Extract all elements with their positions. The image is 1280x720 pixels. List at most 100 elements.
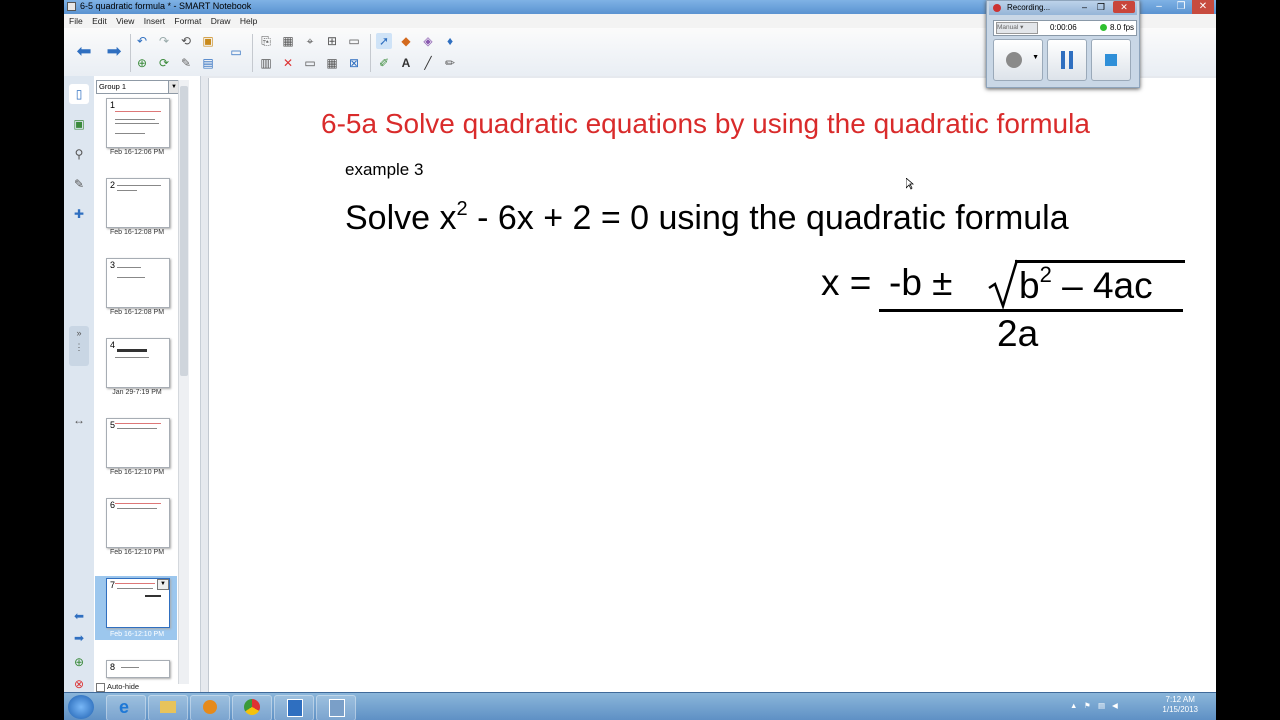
gallery-tab-icon[interactable]: ▣ xyxy=(69,114,89,134)
save-icon[interactable]: ▤ xyxy=(200,55,216,71)
taskbar-chrome-icon[interactable] xyxy=(232,695,272,720)
gallery-icon[interactable]: ▥ xyxy=(258,55,274,71)
insert-table-icon[interactable]: ⊞ xyxy=(324,33,340,49)
autohide-option[interactable]: Auto-hide xyxy=(96,682,139,692)
fill-icon[interactable]: ♦ xyxy=(442,33,458,49)
close-screen-icon[interactable]: ⊠ xyxy=(346,55,362,71)
formula-numerator: -b ± xyxy=(889,262,953,303)
panel-next-icon[interactable]: ➡ xyxy=(69,628,89,648)
page-menu-chevron-icon[interactable]: ▼ xyxy=(157,579,169,590)
page-thumbnail-4[interactable]: 4 xyxy=(106,338,170,388)
refresh-icon[interactable]: ⟳ xyxy=(156,55,172,71)
panel-add-page-icon[interactable]: ⊕ xyxy=(69,652,89,672)
undo-icon[interactable]: ↶ xyxy=(134,33,150,49)
insert-picture-icon[interactable]: ▦ xyxy=(280,33,296,49)
text-icon[interactable]: A xyxy=(398,55,414,71)
recorder-window[interactable]: Recording... – ❐ ✕ Manual ▾ 0:00:06 8.0 … xyxy=(986,0,1140,88)
stop-button[interactable] xyxy=(1091,39,1131,81)
example-label: example 3 xyxy=(345,160,424,179)
notebook-page[interactable]: 6-5a Solve quadratic equations by using … xyxy=(208,78,1216,692)
menu-draw[interactable]: Draw xyxy=(211,14,231,28)
tray-expand-icon[interactable]: ▲ xyxy=(1070,701,1077,710)
clock[interactable]: 7:12 AM 1/15/2013 xyxy=(1162,695,1198,715)
pens-icon[interactable]: ✐ xyxy=(376,55,392,71)
full-screen-icon[interactable]: ▭ xyxy=(302,55,318,71)
flag-icon[interactable]: ⚑ xyxy=(1084,701,1091,710)
scrollbar-thumb[interactable] xyxy=(180,86,188,376)
mouse-cursor-icon xyxy=(906,178,914,190)
clock-date: 1/15/2013 xyxy=(1162,705,1198,714)
record-button[interactable]: ▼ xyxy=(993,39,1043,81)
next-page-icon[interactable]: ➡ xyxy=(106,42,122,60)
network-icon[interactable]: ▤ xyxy=(1098,701,1105,710)
paste-icon[interactable]: ⎘ xyxy=(258,33,274,49)
menu-help[interactable]: Help xyxy=(240,14,257,28)
page-thumbnail-2[interactable]: 2 xyxy=(106,178,170,228)
recorder-title: Recording... xyxy=(1007,3,1051,12)
open-file-icon[interactable]: ▣ xyxy=(200,33,216,49)
screen-shade-icon[interactable]: ▭ xyxy=(228,44,244,60)
capture-icon[interactable]: ⌖ xyxy=(302,33,318,49)
shapes-icon[interactable]: ◆ xyxy=(398,33,414,49)
recorder-mode-select[interactable]: Manual ▾ xyxy=(996,22,1038,34)
paint-icon[interactable]: ✎ xyxy=(178,55,194,71)
formula-radicand: b2 – 4ac xyxy=(1019,262,1153,306)
add-page-icon[interactable]: ⊕ xyxy=(134,55,150,71)
page-thumbnail-7[interactable]: 7 ▼ xyxy=(106,578,170,628)
minimize-button[interactable]: – xyxy=(1148,0,1170,14)
page-date-label: Jan 29-7:19 PM xyxy=(112,389,162,396)
line-icon[interactable]: ╱ xyxy=(420,55,436,71)
properties-tab-icon[interactable]: ✎ xyxy=(69,174,89,194)
page-thumbnail-1[interactable]: 1 xyxy=(106,98,170,148)
taskbar-explorer-icon[interactable] xyxy=(148,695,188,720)
resize-arrow-icon[interactable]: ↔ xyxy=(69,410,89,430)
page-thumbnail-6[interactable]: 6 xyxy=(106,498,170,548)
panel-delete-page-icon[interactable]: ⊗ xyxy=(69,674,89,694)
previous-page-icon[interactable]: ⬅ xyxy=(76,42,92,60)
recorder-minimize-button[interactable]: – xyxy=(1082,2,1087,12)
select-arrow-icon[interactable]: ➚ xyxy=(376,33,392,49)
panel-previous-icon[interactable]: ⬅ xyxy=(69,606,89,626)
close-button[interactable]: ✕ xyxy=(1192,0,1214,14)
attachments-tab-icon[interactable]: ⚲ xyxy=(69,144,89,164)
expand-panel-icon[interactable]: » ⋮ xyxy=(69,326,89,366)
page-thumbnail-8[interactable]: 8 xyxy=(106,660,170,678)
autohide-checkbox[interactable] xyxy=(96,682,105,692)
taskbar-notebook-icon[interactable] xyxy=(274,695,314,720)
page-date-label: Feb 16-12:10 PM xyxy=(109,549,165,556)
page-thumbnail-3[interactable]: 3 xyxy=(106,258,170,308)
volume-icon[interactable]: ◀ xyxy=(1112,701,1118,710)
recorder-close-button[interactable]: ✕ xyxy=(1113,1,1135,13)
taskbar-ie-icon[interactable]: e xyxy=(106,695,146,720)
menu-file[interactable]: File xyxy=(69,14,83,28)
maximize-button[interactable]: ❐ xyxy=(1170,0,1192,14)
group-select-value: Group 1 xyxy=(99,82,127,91)
taskbar-recorder-icon[interactable] xyxy=(316,695,356,720)
delete-page-icon[interactable]: ⟲ xyxy=(178,33,194,49)
page-thumbnail-5[interactable]: 5 xyxy=(106,418,170,468)
table-icon[interactable]: ▦ xyxy=(324,55,340,71)
delete-icon[interactable]: ✕ xyxy=(280,55,296,71)
group-select[interactable]: Group 1 ▼ xyxy=(96,80,180,94)
page-date-label: Feb 16-12:06 PM xyxy=(109,149,165,156)
recorder-maximize-button[interactable]: ❐ xyxy=(1097,2,1105,13)
square-root-icon xyxy=(988,259,1019,310)
eraser-icon[interactable]: ◈ xyxy=(420,33,436,49)
taskbar-media-icon[interactable] xyxy=(190,695,230,720)
page-sorter-scrollbar[interactable] xyxy=(178,80,189,684)
chevron-down-icon[interactable]: ▼ xyxy=(1032,54,1039,61)
redo-icon[interactable]: ↷ xyxy=(156,33,172,49)
start-button[interactable] xyxy=(68,695,94,719)
display-icon[interactable]: ▭ xyxy=(346,33,362,49)
record-status-icon xyxy=(993,4,1001,12)
pause-button[interactable] xyxy=(1047,39,1087,81)
menu-insert[interactable]: Insert xyxy=(144,14,165,28)
menu-format[interactable]: Format xyxy=(174,14,201,28)
toolbar-divider xyxy=(130,34,131,72)
page-sorter-tab-icon[interactable]: ▯ xyxy=(69,84,89,104)
addons-tab-icon[interactable]: ✚ xyxy=(69,204,89,224)
recorder-time: 0:00:06 xyxy=(1050,23,1077,32)
magic-pen-icon[interactable]: ✏ xyxy=(442,55,458,71)
menu-view[interactable]: View xyxy=(116,14,134,28)
menu-edit[interactable]: Edit xyxy=(92,14,107,28)
